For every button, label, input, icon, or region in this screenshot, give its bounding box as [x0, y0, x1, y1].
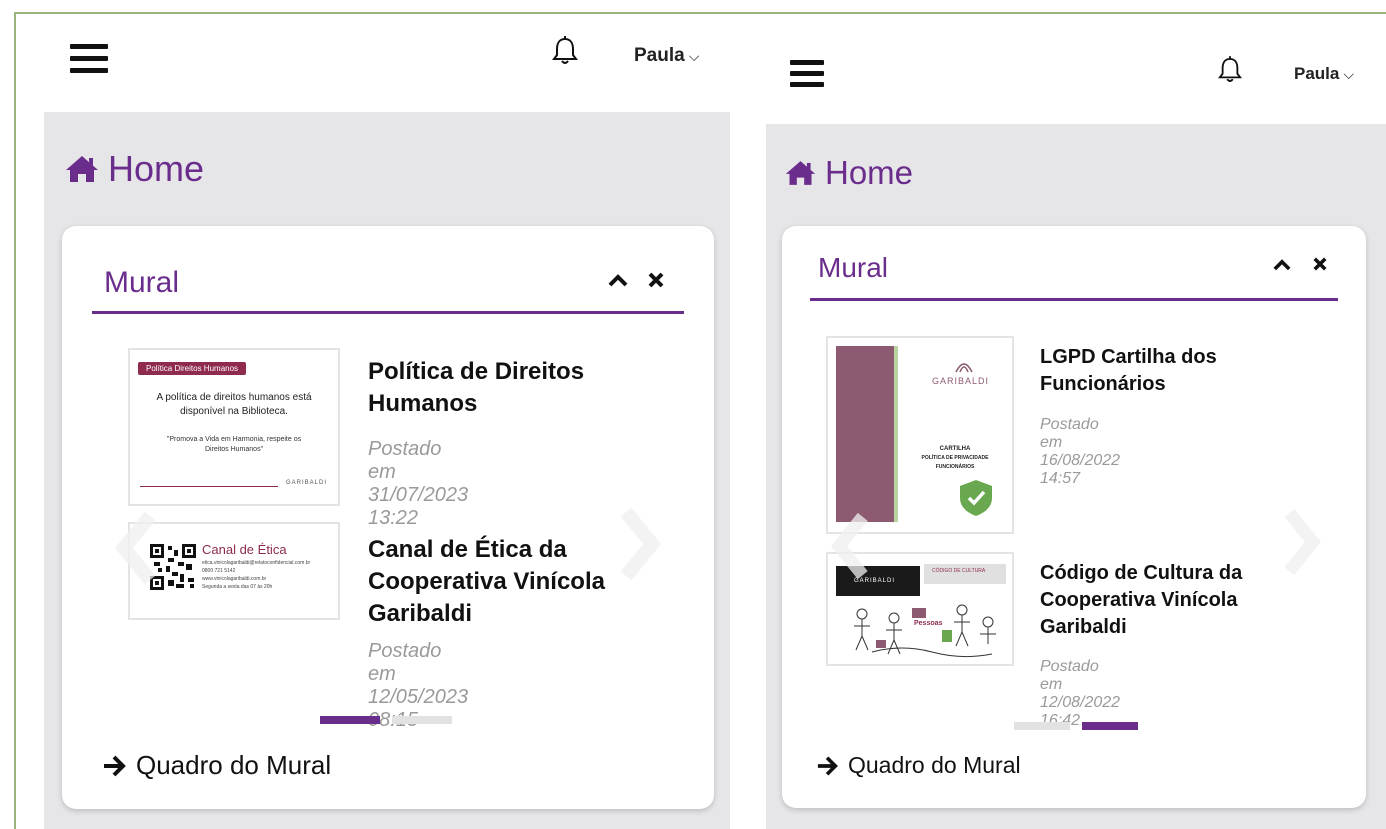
- thumb-brand: GARIBALDI: [932, 376, 990, 386]
- post-date: Postado em 31/07/2023 13:22: [368, 438, 469, 529]
- post-date: Postado em 16/08/2022 14:57: [1040, 416, 1121, 487]
- thumb-hours: Segunda a sexta das 07 às 20h: [202, 584, 273, 590]
- widget-title: Mural: [104, 266, 180, 299]
- bell-icon[interactable]: [1218, 56, 1242, 89]
- page-title: Home: [64, 148, 204, 190]
- bell-icon[interactable]: [552, 36, 578, 71]
- carousel-indicator[interactable]: [392, 716, 452, 724]
- widget-actions: [608, 270, 666, 290]
- post-title[interactable]: Política de Direitos Humanos: [368, 356, 648, 420]
- post-date: Postado em 12/08/2022 16:42: [1040, 658, 1121, 729]
- post-thumbnail[interactable]: Política Direitos Humanos A política de …: [128, 348, 340, 506]
- carousel-indicator[interactable]: [1014, 722, 1070, 730]
- mural-board-link-label: Quadro do Mural: [136, 750, 332, 780]
- thumb-email: etica.vinicolagaribaldi@relatoconfidenci…: [202, 560, 311, 566]
- close-icon[interactable]: [1310, 254, 1330, 274]
- thumb-line: A política de direitos humanos está: [156, 392, 312, 403]
- people-illustration-icon: [854, 604, 996, 658]
- user-name: Paula: [1294, 64, 1340, 83]
- thumb-site: www.vinicolagaribaldi.com.br: [202, 576, 267, 582]
- mural-board-link[interactable]: Quadro do Mural: [102, 750, 331, 781]
- arrow-right-icon: [104, 755, 126, 776]
- carousel-prev-icon[interactable]: [830, 508, 870, 589]
- carousel-next-icon[interactable]: [1282, 504, 1322, 585]
- carousel-prev-icon[interactable]: [114, 508, 158, 593]
- post-title[interactable]: Canal de Ética da Cooperativa Vinícola G…: [368, 534, 648, 630]
- thumb-brand: GARIBALDI: [286, 480, 328, 486]
- brand-logo-icon: [955, 363, 973, 373]
- carousel-indicators: [1014, 722, 1138, 730]
- thumb-heading: CÓDIGO DE CULTURA: [932, 568, 986, 574]
- menu-icon[interactable]: [70, 44, 108, 74]
- thumb-line: disponível na Biblioteca.: [180, 406, 288, 417]
- thumb-side-band: [836, 346, 894, 522]
- post-title[interactable]: Código de Cultura da Cooperativa Vinícol…: [1040, 560, 1300, 641]
- mural-widget: Mural Política Direitos Humanos A políti…: [62, 226, 714, 809]
- carousel-next-icon[interactable]: [618, 504, 662, 589]
- mural-widget: Mural GARIBALDI CARTILHA POLÍTICA DE PRI…: [782, 226, 1366, 808]
- carousel-indicators: [320, 716, 452, 724]
- home-icon: [66, 156, 98, 182]
- carousel-indicator[interactable]: [1082, 722, 1138, 730]
- thumb-rule: [140, 486, 278, 487]
- thumb-side-stripe: [894, 346, 898, 522]
- post-thumbnail[interactable]: Canal de Ética etica.vinicolagaribaldi@r…: [128, 522, 340, 620]
- chevron-down-icon: ⌵: [688, 48, 700, 64]
- thumb-tag: Política Direitos Humanos: [138, 362, 247, 375]
- carousel-indicator[interactable]: [320, 716, 380, 724]
- arrow-right-icon: [817, 755, 838, 776]
- top-bar: Paula ⌵: [766, 30, 1386, 124]
- top-bar: Paula ⌵: [44, 14, 730, 112]
- widget-title: Mural: [818, 252, 889, 283]
- chevron-up-icon[interactable]: [608, 270, 628, 290]
- mural-board-link-label: Quadro do Mural: [848, 752, 1021, 778]
- widget-divider: [810, 298, 1338, 301]
- post-title[interactable]: LGPD Cartilha dos Funcionários: [1040, 344, 1300, 398]
- thumb-label: Pessoas: [914, 620, 943, 627]
- widget-actions: [1272, 254, 1330, 274]
- thumb-line: POLÍTICA DE PRIVACIDADE: [921, 455, 989, 461]
- menu-icon[interactable]: [790, 60, 824, 88]
- page-title-text: Home: [825, 154, 914, 191]
- page-title-text: Home: [108, 148, 205, 189]
- page-title: Home: [784, 154, 913, 192]
- check-shield-icon: [960, 480, 992, 516]
- mural-board-link[interactable]: Quadro do Mural: [816, 752, 1021, 779]
- thumb-quote: "Promova a Vida em Harmonia, respeite os: [166, 436, 302, 443]
- thumb-heading: Canal de Ética: [202, 542, 287, 557]
- chevron-down-icon: ⌵: [1343, 66, 1354, 82]
- user-menu[interactable]: Paula ⌵: [1294, 64, 1354, 84]
- thumb-quote: Direitos Humanos": [204, 446, 264, 453]
- thumb-phone: 0800 721 5142: [202, 568, 236, 574]
- screenshot-frame-left: [14, 12, 16, 829]
- widget-divider: [92, 311, 684, 314]
- mobile-screen-1: Paula ⌵ Home Mural Política Direitos Huma…: [44, 14, 730, 829]
- home-icon: [785, 161, 816, 185]
- chevron-up-icon[interactable]: [1272, 254, 1292, 274]
- mobile-screen-2: Paula ⌵ Home Mural GARIBALDI CARTILHA POL…: [766, 30, 1386, 829]
- user-name: Paula: [634, 45, 685, 66]
- thumb-line: CARTILHA: [939, 446, 971, 452]
- thumb-line: FUNCIONÁRIOS: [935, 464, 975, 470]
- thumb-header-right: [924, 564, 1006, 584]
- user-menu[interactable]: Paula ⌵: [634, 45, 699, 67]
- close-icon[interactable]: [646, 270, 666, 290]
- post-thumbnail[interactable]: GARIBALDI CARTILHA POLÍTICA DE PRIVACIDA…: [826, 336, 1014, 534]
